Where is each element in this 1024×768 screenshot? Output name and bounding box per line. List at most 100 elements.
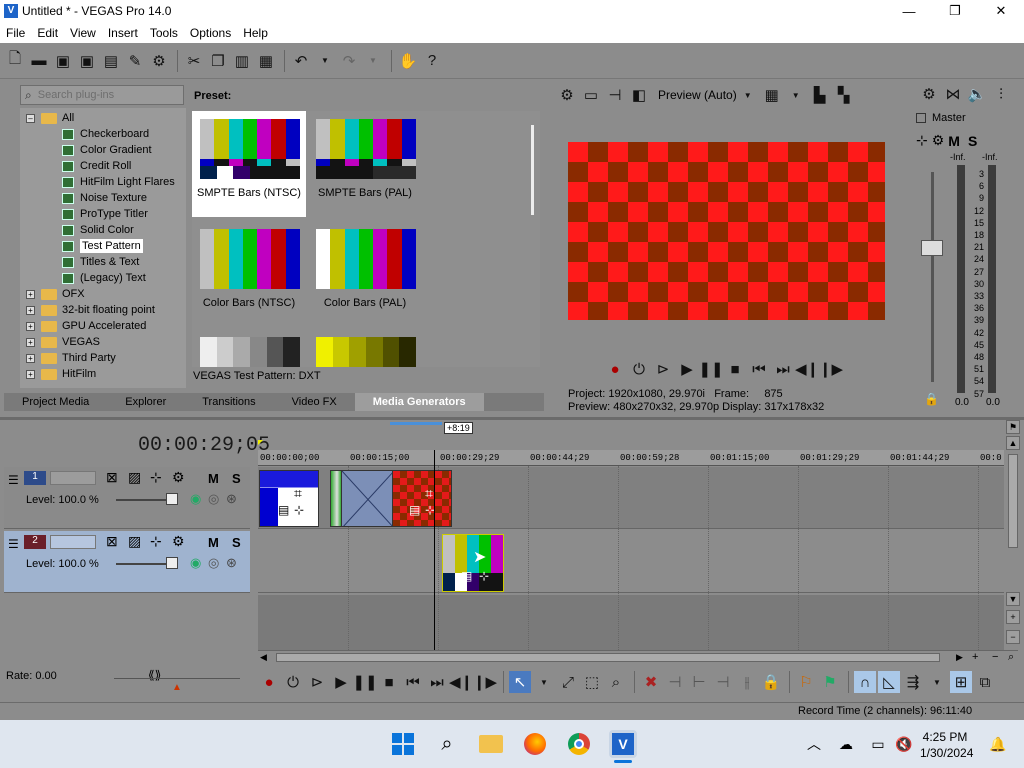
split-icon[interactable]: ⫲ [736, 671, 758, 693]
search-icon[interactable]: ⌕ [433, 730, 461, 758]
show-hidden-icons-icon[interactable]: ︿ [800, 730, 828, 758]
loop-playback-icon[interactable]: ⏻ [628, 358, 650, 380]
system-clock[interactable]: 4:25 PM 1/30/2024 [920, 729, 973, 761]
help-icon[interactable]: ? [421, 50, 443, 72]
expand-icon[interactable]: + [26, 321, 35, 331]
save-as-icon[interactable]: ▣ [76, 50, 98, 72]
go-to-start-icon[interactable]: ⏮ [402, 671, 424, 693]
stop-icon[interactable]: ■ [378, 671, 400, 693]
tab-video-fx[interactable]: Video FX [274, 393, 355, 411]
vegas-taskbar-icon[interactable]: V [609, 730, 637, 758]
tree-item-gpu-accelerated[interactable]: + GPU Accelerated [26, 318, 146, 334]
scroll-left-icon[interactable]: ◀ [260, 652, 267, 663]
notifications-bell-icon[interactable]: 🔔 [984, 730, 1012, 758]
track-solo-button-1[interactable]: S [232, 471, 241, 486]
new-file-icon[interactable]: 🗋 [4, 50, 26, 72]
automation-icon[interactable]: ⊹ [916, 132, 928, 149]
clip-pan-icon[interactable]: ⊹ [479, 569, 489, 583]
lock-envelopes-icon[interactable]: ⊞ [950, 671, 972, 693]
redo-icon[interactable]: ↷ [338, 50, 360, 72]
track-fx-gear-icon[interactable]: ⚙ [172, 533, 185, 550]
scrollbar-thumb[interactable] [1008, 454, 1018, 548]
track-collapse-icon[interactable]: ☰ [8, 537, 19, 551]
search-plugins-field[interactable]: ⌕ Search plug-ins [20, 85, 184, 105]
zoom-in-icon[interactable]: + [1006, 610, 1020, 624]
level-slider-knob-1[interactable] [166, 493, 178, 505]
clip-fx-icon[interactable]: ▤ [461, 569, 472, 583]
track-lane-2[interactable] [258, 531, 1004, 593]
tab-transitions[interactable]: Transitions [184, 393, 273, 411]
video-clip-1[interactable]: ⌗ ▤ ⊹ [259, 470, 319, 527]
open-folder-icon[interactable]: ▬ [28, 50, 50, 72]
go-to-end-icon[interactable]: ⏭ [772, 358, 794, 380]
composite-child-icon[interactable]: ◉ [190, 491, 201, 507]
zoom-tool-icon[interactable]: ⌕ [1008, 651, 1014, 664]
tree-item-32bit[interactable]: +32-bit floating point [26, 302, 155, 318]
play-icon[interactable]: ▶ [676, 358, 698, 380]
undo-dropdown-icon[interactable]: ▼ [314, 50, 336, 72]
chrome-icon[interactable] [565, 730, 593, 758]
record-icon[interactable]: ● [258, 671, 280, 693]
auto-ripple-icon[interactable]: ⇶ [902, 671, 924, 693]
windows-start-icon[interactable] [389, 730, 417, 758]
copy-snapshot-icon[interactable]: ▙ [809, 84, 831, 106]
trim-icon[interactable]: ⊣ [664, 671, 686, 693]
tab-explorer[interactable]: Explorer [107, 393, 184, 411]
scroll-right-icon[interactable]: ▶ [956, 652, 963, 663]
track-name-field-2[interactable] [50, 535, 96, 549]
track-mute-button-2[interactable]: M [208, 535, 219, 550]
downmix-icon[interactable]: ⋈ [942, 83, 964, 105]
loop-playback-icon[interactable]: ⏻ [282, 671, 304, 693]
timeline-vscroll-track[interactable] [1006, 452, 1020, 592]
paste-icon[interactable]: ▥ [231, 50, 253, 72]
menu-edit[interactable]: Edit [31, 26, 64, 40]
lock-icon[interactable]: 🔒 [760, 671, 782, 693]
marker-flag-button[interactable]: ⚑ [1006, 420, 1020, 434]
preset-color-bars-pal[interactable]: Color Bars (PAL) [308, 221, 422, 327]
insert-region-icon[interactable]: ⚑ [819, 671, 841, 693]
external-monitor-icon[interactable]: ▭ [580, 84, 602, 106]
dim-output-icon[interactable]: 🔈 [966, 83, 988, 105]
insert-marker-icon[interactable]: ⚐ [795, 671, 817, 693]
rate-slider-track[interactable] [114, 678, 240, 679]
record-icon[interactable]: ● [604, 358, 626, 380]
track-motion-icon[interactable]: ⊠ [106, 533, 118, 550]
make-compositing-child-icon[interactable]: ⊛ [226, 555, 237, 571]
tree-item-color-gradient[interactable]: Color Gradient [62, 142, 152, 158]
menu-file[interactable]: File [0, 26, 31, 40]
stop-icon[interactable]: ■ [724, 358, 746, 380]
zoom-tool-icon[interactable]: ⌕ [605, 671, 627, 693]
network-icon[interactable]: ▭ [864, 730, 892, 758]
track-name-field-1[interactable] [50, 471, 96, 485]
play-from-start-icon[interactable]: ⊳ [652, 358, 674, 380]
master-fx-gear-icon[interactable]: ⚙ [932, 132, 945, 149]
close-button[interactable]: ✕ [978, 0, 1024, 22]
tree-item-all[interactable]: – All [26, 110, 74, 126]
loop-region-bar[interactable] [390, 422, 442, 425]
redo-dropdown-icon[interactable]: ▼ [362, 50, 384, 72]
previous-frame-icon[interactable]: ◀❙ [449, 671, 473, 693]
expand-icon[interactable]: + [26, 305, 35, 315]
expand-icon[interactable]: + [26, 337, 35, 347]
next-frame-icon[interactable]: ❙▶ [819, 358, 843, 380]
preset-smpte-pal[interactable]: SMPTE Bars (PAL) [308, 111, 422, 217]
track-motion-icon[interactable]: ⊠ [106, 469, 118, 486]
split-view-icon[interactable]: ◧ [628, 84, 650, 106]
video-clip-checkerboard[interactable]: ⌗ ▤ ⊹ [392, 470, 452, 527]
track-collapse-icon[interactable]: ☰ [8, 473, 19, 487]
tree-item-legacy-text[interactable]: (Legacy) Text [62, 270, 146, 286]
copy-icon[interactable]: ❐ [207, 50, 229, 72]
scrollbar-thumb[interactable] [531, 125, 534, 215]
tree-item-third-party[interactable]: + Third Party [26, 350, 116, 366]
chevron-down-icon[interactable]: ▼ [737, 84, 759, 106]
track-automation-icon[interactable]: ⊹ [150, 533, 162, 550]
preset-yellow-ramp[interactable] [308, 329, 422, 367]
master-settings-gear-icon[interactable]: ⚙ [918, 83, 940, 105]
tree-item-credit-roll[interactable]: Credit Roll [62, 158, 131, 174]
playhead-cursor[interactable] [434, 450, 435, 650]
tab-project-media[interactable]: Project Media [4, 393, 107, 411]
scroll-down-icon[interactable]: ▼ [1006, 592, 1020, 606]
delete-icon[interactable]: ▦ [255, 50, 277, 72]
level-slider-knob-2[interactable] [166, 557, 178, 569]
master-mute-button[interactable]: M [948, 133, 960, 149]
